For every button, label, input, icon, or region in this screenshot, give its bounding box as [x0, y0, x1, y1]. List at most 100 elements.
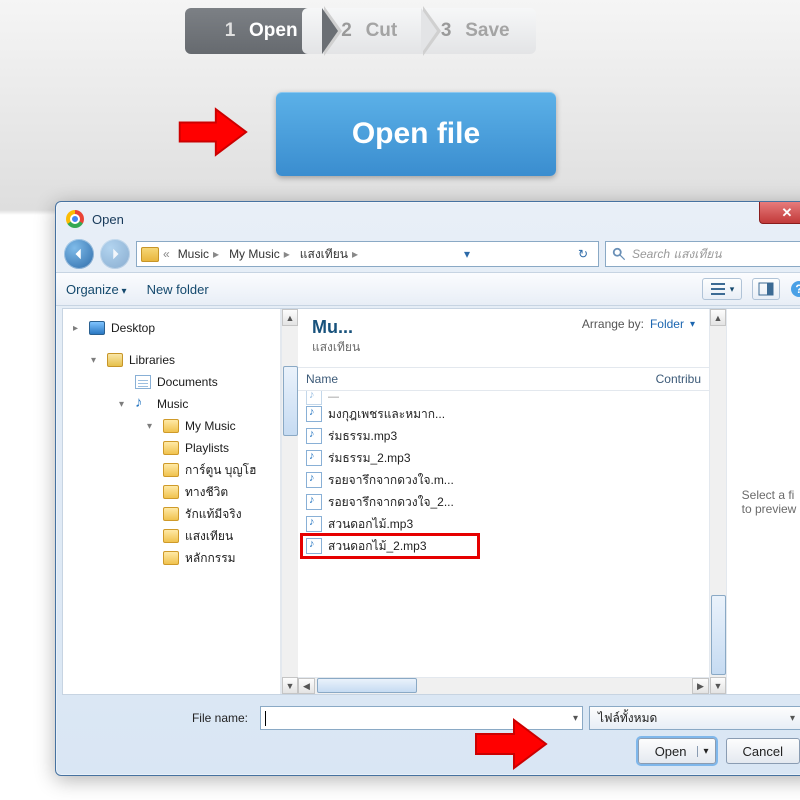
- caret-down-icon: ▾: [119, 399, 129, 410]
- new-folder-button[interactable]: New folder: [147, 282, 209, 297]
- tree-node[interactable]: ▾♪Music: [63, 393, 280, 415]
- view-mode-button[interactable]: ▾: [702, 278, 742, 300]
- tree-node[interactable]: ▸Desktop: [63, 317, 280, 339]
- list-item[interactable]: มงกุฎเพชรและหมาก...: [298, 403, 709, 425]
- step-number: 1: [219, 20, 241, 42]
- fold-icon: [163, 419, 179, 433]
- tree-node[interactable]: แสงเทียน: [63, 525, 280, 547]
- help-icon[interactable]: ?: [790, 280, 800, 298]
- chevron-down-icon[interactable]: ▾: [573, 713, 578, 724]
- scroll-thumb[interactable]: [317, 678, 417, 693]
- list-item[interactable]: —: [298, 391, 709, 403]
- tree-node[interactable]: ทางชีวิต: [63, 481, 280, 503]
- open-split-dropdown[interactable]: ▾: [697, 746, 709, 757]
- breadcrumb[interactable]: แสงเทียน▸: [296, 245, 362, 264]
- wizard-steps: 1 Open 2 Cut 3 Save: [185, 8, 536, 54]
- list-item[interactable]: ร่มธรรม.mp3: [298, 425, 709, 447]
- tree-node-label: หลักกรรม: [185, 549, 236, 568]
- tree-scrollbar[interactable]: ▲ ▼: [281, 309, 298, 694]
- folder-tree: ▸Desktop▾LibrariesDocuments▾♪Music▾My Mu…: [63, 309, 281, 694]
- fold-icon: [163, 485, 179, 499]
- dialog-body: ▸Desktop▾LibrariesDocuments▾♪Music▾My Mu…: [62, 308, 800, 695]
- tree-node-label: My Music: [185, 419, 236, 433]
- file-list-scrollbar[interactable]: ▲ ▼: [709, 309, 726, 694]
- list-item[interactable]: สวนดอกไม้.mp3: [298, 513, 709, 535]
- breadcrumb-overflow: «: [161, 247, 172, 261]
- fold-icon: [163, 551, 179, 565]
- scroll-thumb[interactable]: [711, 595, 726, 675]
- tree-node-label: การ์ตูน บุญโฮ: [185, 461, 256, 480]
- audio-file-icon: [306, 428, 322, 444]
- scroll-right-icon[interactable]: ▶: [692, 678, 709, 694]
- nav-back-button[interactable]: [64, 239, 94, 269]
- tree-node[interactable]: รักแท้มีจริง: [63, 503, 280, 525]
- doc-icon: [135, 375, 151, 389]
- tree-node[interactable]: ▾My Music: [63, 415, 280, 437]
- breadcrumb[interactable]: My Music▸: [225, 247, 294, 261]
- file-name: รอยจารึกจากดวงใจ.m...: [328, 471, 454, 490]
- desktop-icon: [89, 321, 105, 335]
- scroll-down-icon[interactable]: ▼: [710, 677, 726, 694]
- file-open-dialog: Open ✕ « Music▸ My Music▸ แสงเทียน▸ ▾ ↻ …: [55, 201, 800, 776]
- scroll-up-icon[interactable]: ▲: [282, 309, 298, 326]
- step-label: Save: [465, 20, 509, 42]
- list-item[interactable]: ร่มธรรม_2.mp3: [298, 447, 709, 469]
- tree-node-label: แสงเทียน: [185, 527, 233, 546]
- list-item[interactable]: รอยจารึกจากดวงใจ.m...: [298, 469, 709, 491]
- preview-pane-button[interactable]: [752, 278, 780, 300]
- open-file-label: Open file: [352, 117, 480, 151]
- tree-node[interactable]: การ์ตูน บุญโฮ: [63, 459, 280, 481]
- organize-menu[interactable]: Organize: [66, 282, 127, 297]
- chevron-down-icon: ▾: [690, 319, 695, 330]
- scroll-up-icon[interactable]: ▲: [710, 309, 726, 326]
- column-name[interactable]: Name: [306, 372, 656, 386]
- tree-node[interactable]: Playlists: [63, 437, 280, 459]
- address-dropdown-icon[interactable]: ▾: [458, 247, 476, 261]
- svg-text:?: ?: [795, 282, 800, 296]
- chrome-icon: [66, 210, 84, 228]
- filetype-filter[interactable]: ไฟล์ทั้งหมด ▾: [589, 706, 800, 730]
- open-file-button[interactable]: Open file: [276, 92, 556, 176]
- file-name: ร่มธรรม.mp3: [328, 427, 397, 446]
- audio-file-icon: [306, 494, 322, 510]
- search-placeholder: Search แสงเทียน: [632, 245, 722, 264]
- audio-file-icon: [306, 538, 322, 554]
- file-name: สวนดอกไม้_2.mp3: [328, 537, 427, 556]
- tree-node-label: Desktop: [111, 321, 155, 335]
- breadcrumb[interactable]: Music▸: [174, 247, 223, 261]
- search-input[interactable]: Search แสงเทียน: [605, 241, 800, 267]
- open-button[interactable]: Open ▾: [638, 738, 716, 764]
- audio-file-icon: [306, 472, 322, 488]
- tree-node-label: Music: [157, 397, 188, 411]
- list-item[interactable]: สวนดอกไม้_2.mp3: [298, 535, 709, 557]
- filename-label: File name:: [70, 711, 254, 725]
- scroll-down-icon[interactable]: ▼: [282, 677, 298, 694]
- dialog-title: Open: [92, 212, 124, 227]
- tree-node-label: Playlists: [185, 441, 229, 455]
- audio-file-icon: [306, 450, 322, 466]
- scroll-thumb[interactable]: [283, 366, 298, 436]
- tree-node[interactable]: ▾Libraries: [63, 349, 280, 371]
- file-name: สวนดอกไม้.mp3: [328, 515, 413, 534]
- scroll-left-icon[interactable]: ◀: [298, 678, 315, 694]
- list-item[interactable]: รอยจารึกจากดวงใจ_2...: [298, 491, 709, 513]
- refresh-icon[interactable]: ↻: [572, 247, 594, 261]
- close-icon: ✕: [782, 205, 793, 221]
- nav-forward-button[interactable]: [100, 239, 130, 269]
- library-title: Mu...: [312, 317, 360, 338]
- column-headers[interactable]: Name Contribu: [298, 367, 709, 391]
- arrange-by-control[interactable]: Arrange by: Folder ▾: [582, 317, 695, 331]
- step-label: Open: [249, 20, 298, 42]
- lib-icon: [107, 353, 123, 367]
- cancel-button[interactable]: Cancel: [726, 738, 800, 764]
- tree-node[interactable]: Documents: [63, 371, 280, 393]
- tree-node[interactable]: หลักกรรม: [63, 547, 280, 569]
- file-list-hscroll[interactable]: ◀ ▶: [298, 677, 709, 694]
- close-button[interactable]: ✕: [759, 202, 800, 224]
- filename-input[interactable]: ▾: [260, 706, 583, 730]
- file-name: มงกุฎเพชรและหมาก...: [328, 405, 445, 424]
- dialog-footer: File name: ▾ ไฟล์ทั้งหมด ▾ Open ▾ Cancel: [62, 701, 800, 769]
- column-contributing[interactable]: Contribu: [656, 372, 701, 386]
- tree-node-label: ทางชีวิต: [185, 483, 228, 502]
- address-bar[interactable]: « Music▸ My Music▸ แสงเทียน▸ ▾ ↻: [136, 241, 599, 267]
